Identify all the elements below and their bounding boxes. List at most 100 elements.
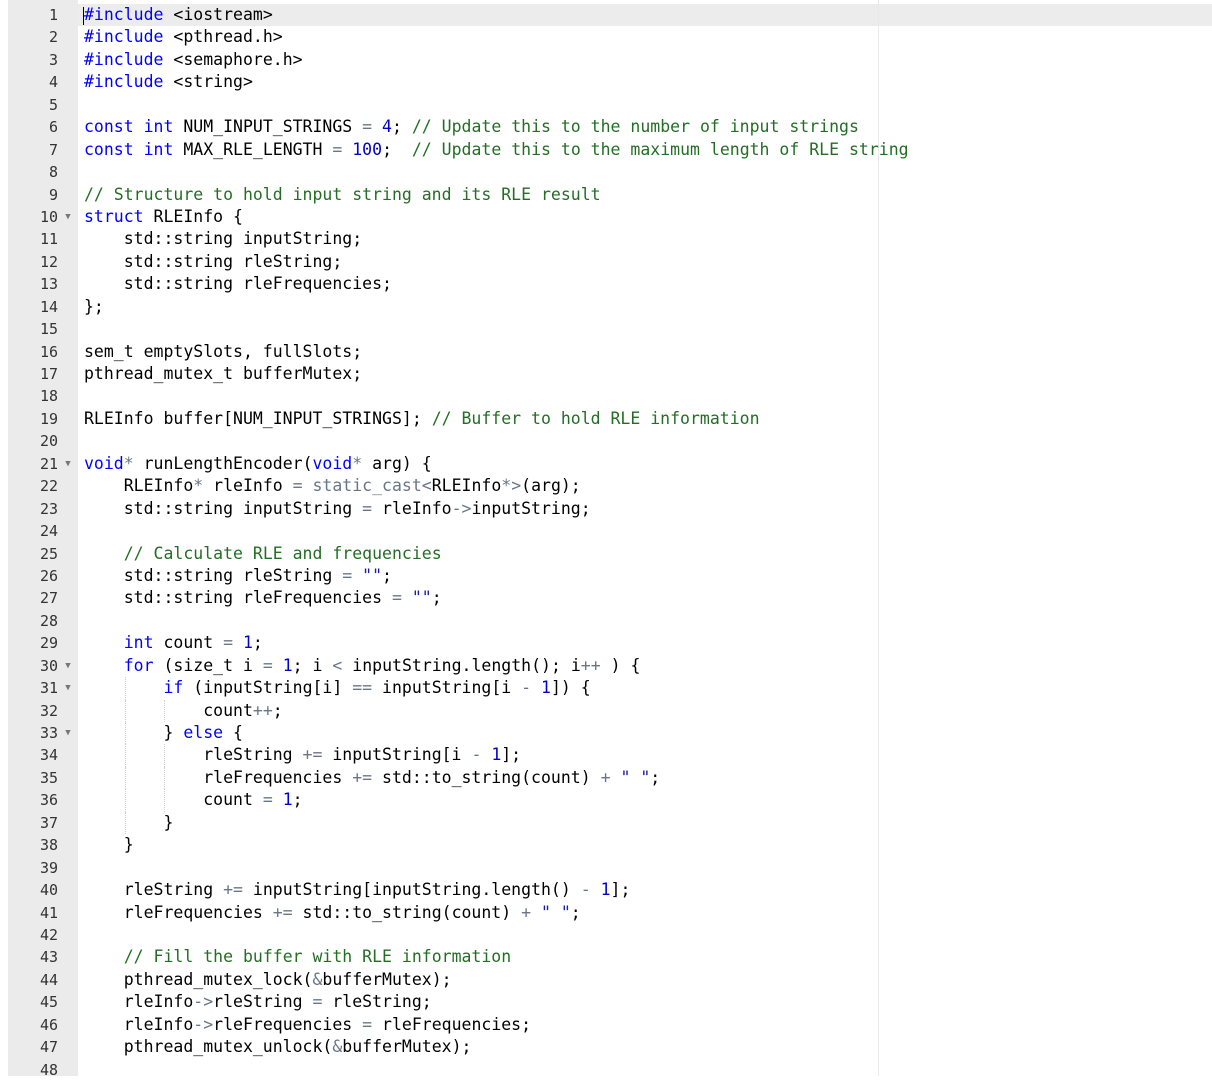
code-line[interactable]: 9 // Structure to hold input string and i… bbox=[0, 184, 1212, 206]
code-line[interactable]: 5 bbox=[0, 94, 1212, 116]
code-line[interactable]: 12 std::string rleString; bbox=[0, 251, 1212, 273]
code-text[interactable]: std::string rleString; bbox=[84, 251, 343, 273]
code-line[interactable]: 24 bbox=[0, 520, 1212, 542]
code-lines[interactable]: 1 #include <iostream> 2 #include <pthread.h… bbox=[0, 4, 1212, 1081]
code-line[interactable]: 18 bbox=[0, 385, 1212, 407]
code-line[interactable]: 11 std::string inputString; bbox=[0, 228, 1212, 250]
code-line[interactable]: 31 ▼ if (inputString[i] == inputString[i … bbox=[0, 677, 1212, 700]
code-text[interactable]: rleFrequencies += std::to_string(count) … bbox=[84, 767, 660, 789]
code-line[interactable]: 47 pthread_mutex_unlock(&bufferMutex); bbox=[0, 1036, 1212, 1058]
code-text[interactable]: std::string rleFrequencies; bbox=[84, 273, 392, 295]
code-text[interactable]: // Calculate RLE and frequencies bbox=[84, 543, 442, 565]
code-line[interactable]: 38 } bbox=[0, 834, 1212, 856]
code-line[interactable]: 14}; bbox=[0, 296, 1212, 318]
code-line[interactable]: 4 #include <string> bbox=[0, 71, 1212, 93]
code-line[interactable]: 25 // Calculate RLE and frequencies bbox=[0, 543, 1212, 565]
code-text[interactable]: void* runLengthEncoder(void* arg) { bbox=[84, 453, 432, 475]
code-text[interactable]: rleInfo->rleString = rleString; bbox=[84, 991, 432, 1013]
code-text[interactable]: } bbox=[84, 834, 134, 856]
code-line[interactable]: 35 rleFrequencies += std::to_string(coun… bbox=[0, 766, 1212, 790]
code-line[interactable]: 17 pthread_mutex_t bufferMutex; bbox=[0, 363, 1212, 385]
code-text[interactable]: rleString += inputString[i - 1]; bbox=[84, 744, 521, 766]
code-text[interactable]: std::string rleString = ""; bbox=[84, 565, 392, 587]
code-line[interactable]: 23 std::string inputString = rleInfo->in… bbox=[0, 498, 1212, 520]
code-line[interactable]: 16 sem_t emptySlots, fullSlots; bbox=[0, 341, 1212, 363]
code-line[interactable]: 10 ▼ struct RLEInfo { bbox=[0, 206, 1212, 228]
code-line[interactable]: 42 bbox=[0, 924, 1212, 946]
code-line[interactable]: 41 rleFrequencies += std::to_string(coun… bbox=[0, 902, 1212, 924]
code-line[interactable]: 30 ▼ for (size_t i = 1; i < inputString.l… bbox=[0, 655, 1212, 677]
code-text[interactable]: std::string inputString = rleInfo->input… bbox=[84, 498, 591, 520]
code-line[interactable]: 26 std::string rleString = ""; bbox=[0, 565, 1212, 587]
code-line[interactable]: 6 const int NUM_INPUT_STRINGS = 4; // Upd… bbox=[0, 116, 1212, 138]
code-text[interactable]: pthread_mutex_lock(&bufferMutex); bbox=[84, 969, 452, 991]
code-line[interactable]: 15 bbox=[0, 318, 1212, 340]
fold-toggle-icon[interactable]: ▼ bbox=[63, 206, 73, 228]
code-text[interactable]: rleFrequencies += std::to_string(count) … bbox=[84, 902, 581, 924]
code-text[interactable]: #include <pthread.h> bbox=[84, 26, 283, 48]
code-line[interactable]: 32 count++; bbox=[0, 699, 1212, 722]
code-line[interactable]: 22 RLEInfo* rleInfo = static_cast<RLEInf… bbox=[0, 475, 1212, 497]
code-text[interactable]: count = 1; bbox=[84, 789, 302, 811]
code-line[interactable]: 1 #include <iostream> bbox=[0, 4, 1212, 26]
code-line[interactable]: 19 RLEInfo buffer[NUM_INPUT_STRINGS]; // … bbox=[0, 408, 1212, 430]
code-text[interactable]: // Structure to hold input string and it… bbox=[84, 184, 601, 206]
code-text[interactable]: pthread_mutex_unlock(&bufferMutex); bbox=[84, 1036, 472, 1058]
code-text[interactable]: std::string inputString; bbox=[84, 228, 362, 250]
code-line[interactable]: 21 ▼ void* runLengthEncoder(void* arg) { bbox=[0, 453, 1212, 475]
code-text[interactable]: for (size_t i = 1; i < inputString.lengt… bbox=[84, 655, 641, 677]
code-text[interactable]: if (inputString[i] == inputString[i - 1]… bbox=[84, 677, 590, 699]
code-line[interactable]: 8 bbox=[0, 161, 1212, 183]
line-number: 34 bbox=[39, 746, 58, 765]
code-text[interactable]: // Fill the buffer with RLE information bbox=[84, 946, 511, 968]
code-text[interactable]: #include <semaphore.h> bbox=[84, 49, 303, 71]
code-text[interactable]: RLEInfo buffer[NUM_INPUT_STRINGS]; // Bu… bbox=[84, 408, 760, 430]
fold-toggle-icon[interactable]: ▼ bbox=[63, 655, 73, 677]
code-text[interactable]: RLEInfo* rleInfo = static_cast<RLEInfo*>… bbox=[84, 475, 581, 497]
code-text[interactable]: }; bbox=[84, 296, 104, 318]
code-text[interactable]: int count = 1; bbox=[84, 632, 263, 654]
code-line[interactable]: 45 rleInfo->rleString = rleString; bbox=[0, 991, 1212, 1013]
fold-toggle-icon[interactable]: ▼ bbox=[63, 677, 73, 699]
code-text[interactable]: } else { bbox=[84, 722, 243, 744]
code-text[interactable]: const int MAX_RLE_LENGTH = 100; // Updat… bbox=[84, 139, 909, 161]
code-text[interactable]: struct RLEInfo { bbox=[84, 206, 243, 228]
fold-toggle-icon[interactable]: ▼ bbox=[63, 453, 73, 475]
code-line[interactable]: 46 rleInfo->rleFrequencies = rleFrequenc… bbox=[0, 1014, 1212, 1036]
code-line[interactable]: 20 bbox=[0, 430, 1212, 452]
code-line[interactable]: 34 rleString += inputString[i - 1]; bbox=[0, 744, 1212, 767]
fold-toggle-icon[interactable]: ▼ bbox=[63, 722, 73, 744]
code-line[interactable]: 2 #include <pthread.h> bbox=[0, 26, 1212, 48]
code-text[interactable]: std::string rleFrequencies = ""; bbox=[84, 587, 442, 609]
code-line[interactable]: 13 std::string rleFrequencies; bbox=[0, 273, 1212, 295]
code-text[interactable]: pthread_mutex_t bufferMutex; bbox=[84, 363, 362, 385]
line-number: 40 bbox=[39, 881, 58, 900]
code-line[interactable]: 29 int count = 1; bbox=[0, 632, 1212, 654]
code-line[interactable]: 37 } bbox=[0, 811, 1212, 835]
code-text[interactable]: #include <string> bbox=[84, 71, 253, 93]
code-line[interactable]: 27 std::string rleFrequencies = ""; bbox=[0, 587, 1212, 609]
code-line[interactable]: 36 count = 1; bbox=[0, 789, 1212, 812]
code-text[interactable]: rleString += inputString[inputString.len… bbox=[84, 879, 631, 901]
code-text[interactable]: } bbox=[84, 812, 173, 834]
code-text[interactable]: count++; bbox=[84, 700, 283, 722]
line-number: 10 bbox=[39, 207, 58, 226]
code-line[interactable]: 44 pthread_mutex_lock(&bufferMutex); bbox=[0, 969, 1212, 991]
line-number: 18 bbox=[39, 387, 58, 406]
code-line[interactable]: 40 rleString += inputString[inputString.… bbox=[0, 879, 1212, 901]
code-line[interactable]: 43 // Fill the buffer with RLE informati… bbox=[0, 946, 1212, 968]
code-line[interactable]: 33 ▼ } else { bbox=[0, 722, 1212, 745]
code-text[interactable]: rleInfo->rleFrequencies = rleFrequencies… bbox=[84, 1014, 531, 1036]
code-text[interactable]: const int NUM_INPUT_STRINGS = 4; // Upda… bbox=[84, 116, 859, 138]
code-editor[interactable]: 1 #include <iostream> 2 #include <pthread.h… bbox=[0, 0, 1212, 1079]
line-number: 36 bbox=[39, 791, 58, 810]
line-number: 27 bbox=[39, 589, 58, 608]
code-line[interactable]: 39 bbox=[0, 857, 1212, 879]
line-number: 3 bbox=[48, 50, 58, 69]
code-text[interactable]: #include <iostream> bbox=[83, 4, 273, 26]
code-text[interactable]: sem_t emptySlots, fullSlots; bbox=[84, 341, 362, 363]
code-line[interactable]: 3 #include <semaphore.h> bbox=[0, 49, 1212, 71]
code-line[interactable]: 28 bbox=[0, 610, 1212, 632]
code-line[interactable]: 48 bbox=[0, 1059, 1212, 1081]
code-line[interactable]: 7 const int MAX_RLE_LENGTH = 100; // Upda… bbox=[0, 139, 1212, 161]
